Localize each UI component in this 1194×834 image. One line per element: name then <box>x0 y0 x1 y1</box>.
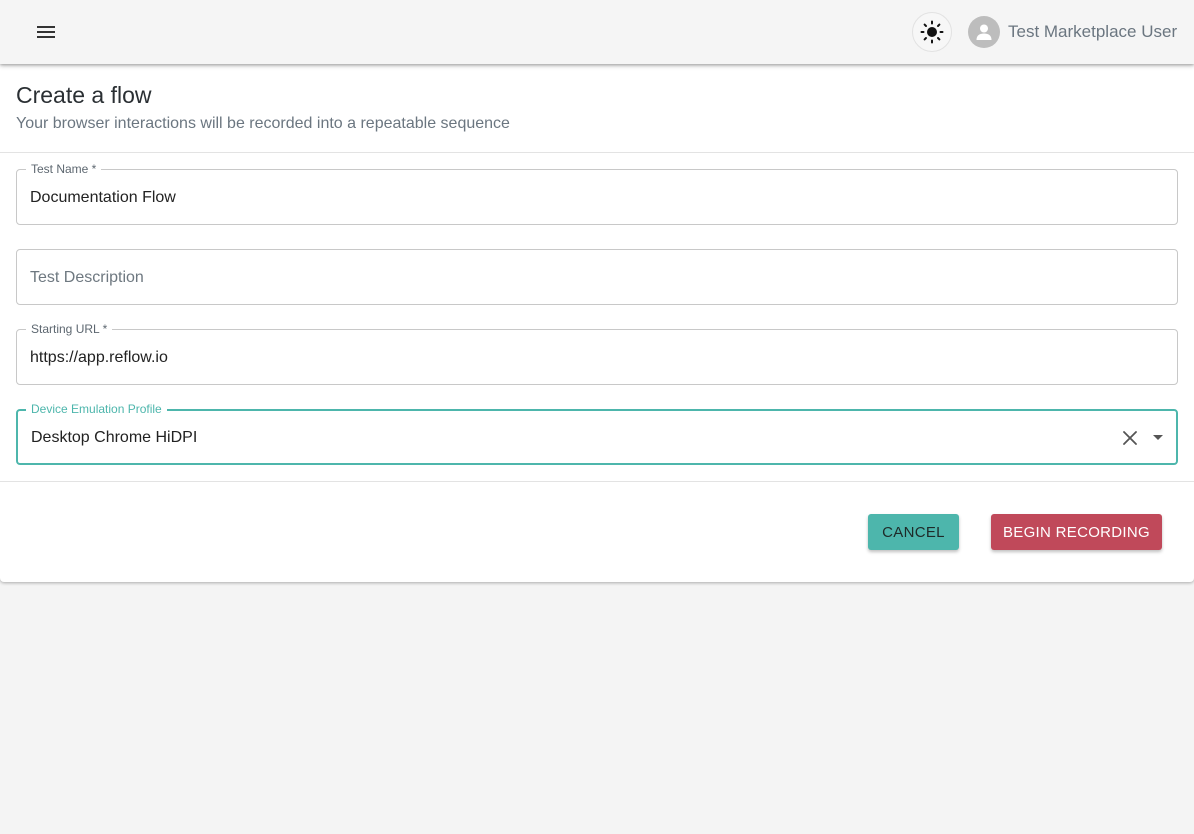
avatar <box>968 16 1000 48</box>
hamburger-menu-icon <box>37 26 55 38</box>
page-subtitle: Your browser interactions will be record… <box>16 115 510 132</box>
close-icon[interactable] <box>1120 428 1140 448</box>
test-name-label: Test Name * <box>26 162 102 176</box>
starting-url-label: Starting URL * <box>26 322 113 336</box>
starting-url-input[interactable]: https://app.reflow.io <box>30 348 168 368</box>
page-title: Create a flow <box>16 82 152 108</box>
test-name-input[interactable]: Documentation Flow <box>30 188 176 208</box>
device-profile-label: Device Emulation Profile <box>26 402 167 416</box>
cancel-button[interactable]: CANCEL <box>868 514 959 550</box>
person-icon <box>976 24 992 40</box>
actions-divider <box>0 481 1194 482</box>
device-profile-value[interactable]: Desktop Chrome HiDPI <box>31 428 197 448</box>
sun-icon <box>920 20 944 44</box>
create-flow-card: Create a flow Your browser interactions … <box>0 64 1194 582</box>
test-name-field[interactable]: Test Name * Documentation Flow <box>16 162 1178 225</box>
caret-down-icon[interactable] <box>1148 428 1168 448</box>
test-description-input[interactable]: Test Description <box>30 268 144 288</box>
theme-toggle-button[interactable] <box>912 12 952 52</box>
user-menu[interactable]: Test Marketplace User <box>968 16 1177 48</box>
test-description-field[interactable]: Test Description <box>16 249 1178 305</box>
menu-button[interactable] <box>26 12 66 52</box>
device-profile-select[interactable]: Device Emulation Profile Desktop Chrome … <box>16 402 1178 465</box>
begin-recording-button[interactable]: BEGIN RECORDING <box>991 514 1162 550</box>
header-divider <box>0 152 1194 153</box>
user-name: Test Marketplace User <box>1008 22 1178 41</box>
starting-url-field[interactable]: Starting URL * https://app.reflow.io <box>16 322 1178 385</box>
app-header: Test Marketplace User <box>0 0 1194 64</box>
